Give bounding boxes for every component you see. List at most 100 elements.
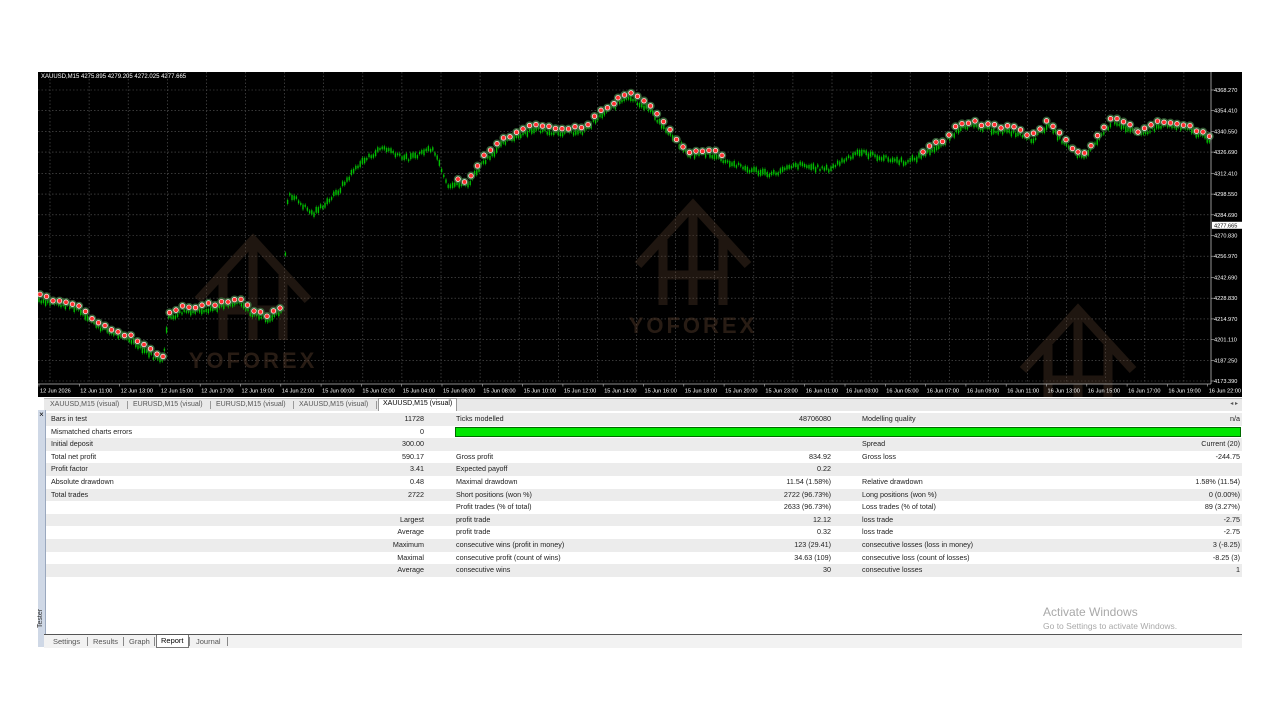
report-value: 0 (0.00%) [1208,489,1240,499]
time-axis-label: 16 Jun 15:00 [1088,389,1120,395]
report-label: consecutive losses (loss in money) [862,539,974,549]
candle-body [825,164,828,170]
report-value: 30 [823,565,831,575]
candle-body [176,313,179,317]
candle-body [799,161,801,166]
candle-body [931,149,933,152]
candle-body [907,159,909,163]
candle-body [627,96,630,100]
candle-body [352,168,355,173]
candle-body [847,155,850,158]
price-axis-label: 4326.690 [1214,150,1237,156]
trade-marker [102,322,108,329]
tab-results[interactable]: Results [89,636,122,647]
trade-marker [667,126,673,133]
trade-marker [621,92,628,98]
time-axis-label: 15 Jun 08:00 [483,389,515,395]
chart-tab-4[interactable]: XAUUSD,M15 (visual) [295,400,372,410]
trade-marker [972,118,978,124]
trade-marker [1075,149,1081,155]
candle-body [434,152,436,156]
candle-body [850,156,852,160]
candle-body [440,168,443,173]
report-label: consecutive wins (profit in money) [456,539,565,549]
chart-tab-5[interactable]: XAUUSD,M15 (visual) [378,398,458,411]
trade-marker [468,173,474,179]
chart-tab-1[interactable]: XAUUSD,M15 (visual) [46,400,123,410]
candle-body [403,155,405,160]
trade-marker [641,98,647,104]
report-label: Profit trades (% of total) [456,502,532,512]
price-axis-label: 4187.250 [1214,358,1237,364]
candle-body [632,98,634,102]
time-axis-label: 12 Jun 17:00 [201,389,233,395]
candle-body [326,198,328,205]
time-axis-label: 15 Jun 16:00 [645,389,677,395]
candle-body [381,146,383,150]
trade-marker [69,301,76,307]
candle-body [313,212,315,217]
trade-marker [539,123,546,129]
time-axis-label: 14 Jun 22:00 [282,389,314,395]
report-value: 12.12 [813,514,831,524]
candle-body [751,168,753,173]
candle-body [887,157,889,162]
candle-body [546,131,548,135]
candle-body [753,166,755,172]
candle-body [621,99,623,103]
trade-marker [1167,120,1174,126]
trade-marker [212,302,218,308]
chart-tab-2[interactable]: EURUSD,M15 (visual) [129,400,207,410]
tab-journal[interactable]: Journal [192,636,225,647]
candle-body [300,202,302,205]
trade-marker [552,125,559,132]
candle-body [476,170,478,176]
trade-marker [264,313,270,319]
report-label: Largest [400,514,424,524]
trade-marker [920,149,926,155]
candle-body [711,155,713,159]
candle-body [520,134,522,139]
candle-body [418,151,421,155]
candle-body [258,315,260,320]
trade-marker [719,152,725,158]
chart-tab-3[interactable]: EURUSD,M15 (visual) [212,400,290,410]
report-label: Maximum [392,539,424,549]
tab-settings[interactable]: Settings [49,636,84,647]
report-value: 0 [420,426,424,436]
tab-graph[interactable]: Graph [125,636,154,647]
candle-body [357,165,359,169]
candle-body [830,166,832,171]
price-chart[interactable]: YOFOREXYOFOREXYOFOREX4368.2704354.410434… [38,72,1242,397]
candle-body [484,160,487,164]
report-value: 1.58% (11.54) [1195,476,1240,486]
candle-body [898,160,900,165]
trade-marker [699,148,706,154]
trade-marker [533,121,539,128]
close-icon[interactable]: × [38,411,45,419]
tab-report[interactable]: Report [156,635,189,648]
report-value: n/a [1230,414,1240,423]
report-value: 11.54 (1.58%) [786,476,831,486]
trade-marker [998,125,1004,131]
trade-marker [128,332,134,338]
tab-separator [154,637,155,646]
candle-body [438,160,441,166]
trade-marker [926,143,933,149]
report-label: Total net profit [51,451,97,461]
candle-body [1118,123,1120,126]
table-row: Maximum consecutive wins (profit in mone… [46,538,1242,552]
candle-body [128,338,130,343]
chart-window[interactable]: YOFOREXYOFOREXYOFOREX4368.2704354.410434… [38,72,1242,397]
candle-body [786,165,788,170]
trade-marker [154,351,160,357]
table-row: Maximal consecutive profit (count of win… [46,552,1242,565]
report-value: 0.48 [410,476,424,486]
candle-body [550,132,553,135]
candle-body [293,195,295,200]
candle-body [1160,125,1162,129]
tab-scroll-arrows-icon[interactable]: ◂ ▸ [1230,400,1238,407]
trade-marker [1154,118,1161,124]
candle-body [205,308,207,313]
trade-marker [933,139,939,145]
